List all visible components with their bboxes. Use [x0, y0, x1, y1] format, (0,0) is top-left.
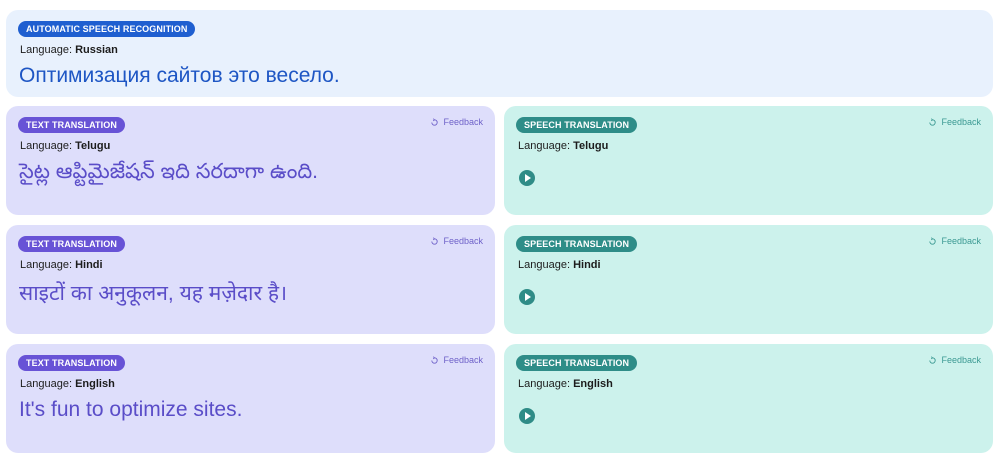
asr-card: Automatic Speech Recognition Language: R…	[6, 10, 993, 97]
asr-transcript: Оптимизация сайтов это весело.	[19, 64, 340, 87]
speech-translation-badge: Speech Translation	[516, 355, 638, 371]
play-button[interactable]	[519, 289, 535, 305]
feedback-label: Feedback	[443, 355, 483, 365]
language-label: Language:	[20, 378, 76, 390]
language-value: Telugu	[573, 140, 609, 152]
language-label: Language:	[20, 259, 76, 271]
feedback-link[interactable]: Feedback	[430, 236, 483, 246]
language-label: Language:	[518, 140, 574, 152]
language-label: Language:	[518, 378, 574, 390]
speech-translation-card-english: Speech Translation Feedback Language: En…	[504, 344, 993, 453]
feedback-link[interactable]: Feedback	[430, 117, 483, 127]
translated-text: साइटों का अनुकूलन, यह मज़ेदार है।	[19, 282, 288, 305]
translated-text: సైట్ల ఆప్టిమైజేషన్ ఇది సరదాగా ఉంది.	[19, 160, 319, 183]
feedback-icon	[431, 117, 439, 126]
feedback-icon	[929, 236, 937, 245]
text-translation-badge: Text Translation	[18, 236, 125, 252]
speech-translation-language: Language: Telugu	[518, 140, 981, 152]
feedback-label: Feedback	[443, 236, 483, 246]
feedback-icon	[929, 355, 937, 364]
speech-translation-card-telugu: Speech Translation Feedback Language: Te…	[504, 106, 993, 215]
speech-translation-badge: Speech Translation	[516, 117, 638, 133]
text-translation-card-english: Text Translation Feedback Language: Engl…	[6, 344, 495, 453]
feedback-link[interactable]: Feedback	[430, 355, 483, 365]
asr-badge: Automatic Speech Recognition	[18, 21, 196, 37]
speech-translation-card-hindi: Speech Translation Feedback Language: Hi…	[504, 225, 993, 334]
text-translation-badge: Text Translation	[18, 355, 125, 371]
language-value: English	[75, 378, 115, 390]
text-translation-badge: Text Translation	[18, 117, 125, 133]
text-translation-card-hindi: Text Translation Feedback Language: Hind…	[6, 225, 495, 334]
feedback-icon	[431, 236, 439, 245]
feedback-link[interactable]: Feedback	[928, 117, 981, 127]
translated-text: It's fun to optimize sites.	[19, 398, 243, 421]
language-value: English	[573, 378, 613, 390]
language-label: Language:	[20, 44, 76, 56]
play-icon	[525, 174, 531, 182]
feedback-label: Feedback	[941, 236, 981, 246]
language-label: Language:	[20, 140, 76, 152]
feedback-label: Feedback	[443, 117, 483, 127]
language-value: Telugu	[75, 140, 111, 152]
language-value: Hindi	[573, 259, 601, 271]
text-translation-language: Language: English	[20, 378, 483, 390]
feedback-icon	[431, 355, 439, 364]
play-button[interactable]	[519, 170, 535, 186]
speech-translation-badge: Speech Translation	[516, 236, 638, 252]
play-icon	[525, 412, 531, 420]
play-icon	[525, 293, 531, 301]
feedback-link[interactable]: Feedback	[928, 236, 981, 246]
language-label: Language:	[518, 259, 574, 271]
speech-translation-language: Language: Hindi	[518, 259, 981, 271]
speech-translation-language: Language: English	[518, 378, 981, 390]
feedback-link[interactable]: Feedback	[928, 355, 981, 365]
asr-language: Language: Russian	[20, 44, 981, 56]
play-button[interactable]	[519, 408, 535, 424]
text-translation-card-telugu: Text Translation Feedback Language: Telu…	[6, 106, 495, 215]
language-value: Hindi	[75, 259, 103, 271]
text-translation-language: Language: Hindi	[20, 259, 483, 271]
feedback-icon	[929, 117, 937, 126]
feedback-label: Feedback	[941, 355, 981, 365]
feedback-label: Feedback	[941, 117, 981, 127]
results-page: Automatic Speech Recognition Language: R…	[0, 0, 1000, 465]
text-translation-language: Language: Telugu	[20, 140, 483, 152]
language-value: Russian	[75, 44, 118, 56]
